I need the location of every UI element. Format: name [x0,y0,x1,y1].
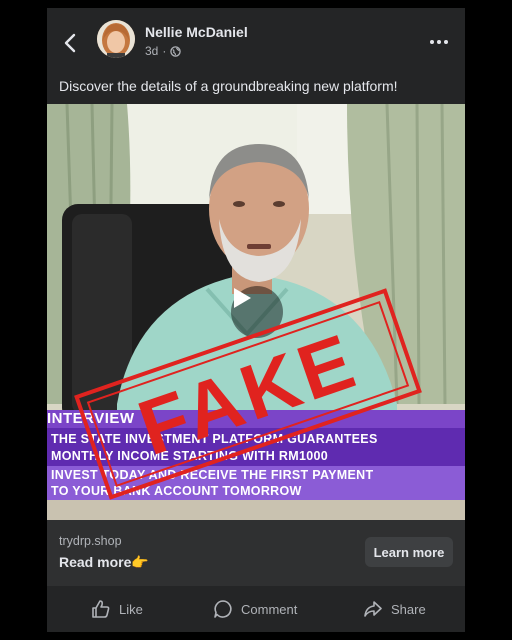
link-domain: trydrp.shop [59,534,122,548]
post-card: Nellie McDaniel 3d · Discover the detail… [47,8,465,632]
action-bar: Like Comment Share [47,586,465,632]
more-dots-icon[interactable] [427,32,451,52]
post-caption: Discover the details of a groundbreaking… [59,78,398,94]
post-meta: 3d · [145,44,182,58]
like-label: Like [119,601,143,617]
meta-separator: · [162,44,167,58]
post-time[interactable]: 3d [145,44,158,58]
learn-more-button[interactable]: Learn more [365,537,453,567]
share-icon [363,599,383,619]
like-button[interactable]: Like [91,596,143,622]
post-header: Nellie McDaniel 3d · [47,8,465,76]
share-button[interactable]: Share [363,596,426,622]
globe-icon [170,45,182,57]
link-preview[interactable]: trydrp.shop Read more👉 Learn more [47,520,465,586]
read-more-text: Read more👉 [59,554,149,570]
banner-line-4: TO YOUR BANK ACCOUNT TOMORROW [51,484,302,498]
back-arrow-icon[interactable] [59,32,81,54]
post-video[interactable]: INTERVIEW THE STATE INVESTMENT PLATFORM … [47,104,465,520]
author-name[interactable]: Nellie McDaniel [145,24,248,40]
comment-button[interactable]: Comment [213,596,297,622]
share-label: Share [391,601,426,617]
comment-icon [213,599,233,619]
like-icon [91,599,111,619]
comment-label: Comment [241,601,298,617]
avatar[interactable] [97,20,135,58]
